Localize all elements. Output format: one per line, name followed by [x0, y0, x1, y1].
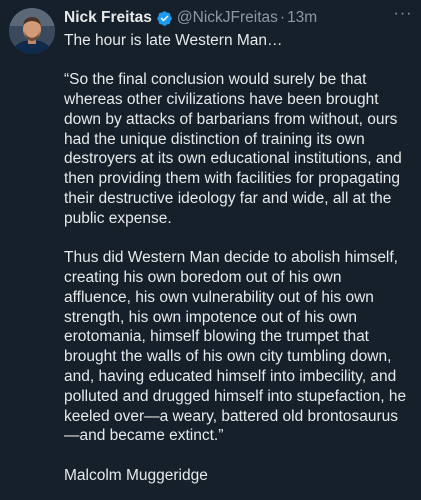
verified-badge-icon	[157, 10, 172, 26]
tweet-header: Nick Freitas @NickJFreitas · 13m	[64, 7, 409, 29]
author-name[interactable]: Nick Freitas	[64, 8, 152, 28]
tweet-quote-paragraph-1: “So the final conclusion would surely be…	[64, 71, 402, 227]
tweet-attribution: Malcolm Muggeridge	[64, 466, 208, 484]
tweet-text: The hour is late Western Man… “So the fi…	[64, 31, 410, 485]
avatar-image	[9, 8, 55, 54]
ellipsis-icon[interactable]: ···	[392, 4, 414, 24]
tweet-timestamp[interactable]: 13m	[287, 8, 317, 28]
header-separator: ·	[279, 9, 286, 26]
author-handle[interactable]: @NickJFreitas	[177, 8, 278, 28]
tweet: Nick Freitas @NickJFreitas · 13m ··· The…	[0, 0, 421, 500]
avatar[interactable]	[9, 8, 55, 54]
tweet-quote-paragraph-2: Thus did Western Man decide to abolish h…	[64, 249, 407, 445]
tweet-intro: The hour is late Western Man…	[64, 32, 283, 49]
